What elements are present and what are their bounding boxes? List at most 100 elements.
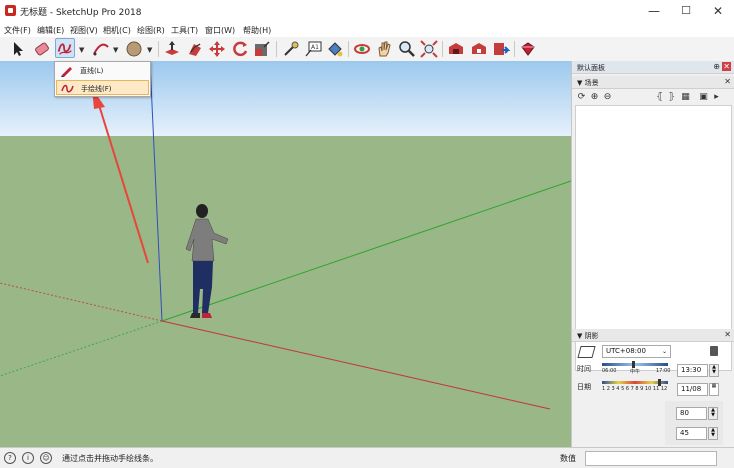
tray-close-button[interactable]: ✕ bbox=[722, 62, 731, 71]
refresh-scene-icon[interactable]: ⟳ bbox=[576, 92, 587, 103]
freehand-tool-button[interactable] bbox=[55, 38, 75, 58]
menu-draw[interactable]: 绘图(R) bbox=[137, 25, 165, 36]
scale-icon bbox=[255, 41, 270, 56]
menu-help[interactable]: 帮助(H) bbox=[243, 25, 271, 36]
push-pull-button[interactable] bbox=[162, 39, 182, 59]
shape-tool-button[interactable] bbox=[124, 39, 144, 59]
sketchup-logo-icon bbox=[5, 5, 16, 16]
menu-view[interactable]: 视图(V) bbox=[70, 25, 98, 36]
timezone-value: UTC+08:00 bbox=[606, 347, 646, 355]
sun-settings-icon[interactable] bbox=[710, 346, 718, 356]
arc-dropdown-arrow[interactable]: ▼ bbox=[113, 46, 118, 54]
ruby-console-button[interactable] bbox=[518, 39, 538, 59]
eraser-tool-button[interactable] bbox=[32, 39, 52, 59]
add-scene-icon[interactable]: ⊕ bbox=[589, 92, 600, 103]
freehand-icon bbox=[61, 84, 74, 93]
model-viewport[interactable] bbox=[0, 61, 571, 447]
scenes-panel-header[interactable]: ▼ 场景 ✕ bbox=[572, 76, 734, 89]
light-spinner[interactable]: ▲ ▼ bbox=[708, 407, 718, 420]
geo-location-icon[interactable]: ? bbox=[4, 452, 16, 464]
credits-icon[interactable]: i bbox=[22, 452, 34, 464]
minimize-button[interactable]: — bbox=[638, 0, 670, 22]
text-label-button[interactable]: A1 bbox=[303, 39, 323, 59]
shape-dropdown-arrow[interactable]: ▼ bbox=[147, 46, 152, 54]
paint-bucket-button[interactable] bbox=[325, 39, 345, 59]
main-toolbar: ▼ ▼ ▼ A1 bbox=[0, 37, 734, 62]
svg-text:A1: A1 bbox=[311, 44, 319, 51]
dark-spinner[interactable]: ▲ ▼ bbox=[708, 427, 718, 440]
zoom-button[interactable] bbox=[397, 39, 417, 59]
menu-camera[interactable]: 相机(C) bbox=[103, 25, 131, 36]
shadows-panel-header[interactable]: ▼ 阴影 ✕ bbox=[572, 329, 734, 342]
maximize-button[interactable]: ☐ bbox=[670, 0, 702, 22]
dark-input[interactable]: 45 bbox=[676, 427, 707, 440]
date-slider-handle[interactable] bbox=[658, 379, 661, 386]
status-message: 通过点击并拖动手绘线条。 bbox=[62, 454, 158, 463]
shadow-toggle-icon[interactable] bbox=[577, 346, 596, 358]
time-scale-mid: 中午 bbox=[630, 369, 641, 375]
light-dark-group: 亮 80 ▲▼ 暗 45 ▲▼ bbox=[665, 401, 723, 445]
menu-file[interactable]: 文件(F) bbox=[4, 25, 31, 36]
freehand-icon bbox=[57, 43, 72, 55]
window-title: 无标题 - SketchUp Pro 2018 bbox=[20, 8, 142, 18]
send-to-layout-button[interactable] bbox=[491, 39, 511, 59]
arc-tool-button[interactable] bbox=[91, 39, 111, 59]
follow-me-button[interactable] bbox=[185, 39, 205, 59]
measurements-input[interactable] bbox=[585, 451, 717, 466]
menu-edit[interactable]: 编辑(E) bbox=[37, 25, 64, 36]
menu-item-freehand[interactable]: 手绘线(F) bbox=[56, 80, 149, 95]
scenes-close-button[interactable]: ✕ bbox=[724, 77, 731, 86]
send-to-layout-icon bbox=[494, 43, 511, 55]
draw-tools-dropdown-arrow[interactable]: ▼ bbox=[79, 46, 84, 54]
scenes-panel-title: ▼ 场景 bbox=[577, 79, 599, 87]
green-axis bbox=[161, 180, 571, 322]
zoom-extents-icon bbox=[420, 40, 438, 58]
move-scene-down-icon[interactable]: ⦄ bbox=[666, 92, 677, 103]
orbit-button[interactable] bbox=[352, 39, 372, 59]
measurements-label: 数值 bbox=[560, 454, 576, 463]
menu-window[interactable]: 窗口(W) bbox=[205, 25, 235, 36]
chevron-down-icon: ⌄ bbox=[661, 348, 667, 355]
red-axis bbox=[161, 320, 551, 410]
3d-warehouse-button[interactable] bbox=[446, 39, 466, 59]
calendar-icon[interactable]: ▦ bbox=[709, 383, 719, 396]
rotate-button[interactable] bbox=[230, 39, 250, 59]
status-bar: ? i ☺ 通过点击并拖动手绘线条。 数值 bbox=[0, 447, 734, 468]
time-slider-handle[interactable] bbox=[632, 361, 635, 368]
scene-details-icon[interactable]: ▣ bbox=[698, 92, 709, 103]
light-input[interactable]: 80 bbox=[676, 407, 707, 420]
move-scene-up-icon[interactable]: ⦃ bbox=[654, 92, 665, 103]
scale-button[interactable] bbox=[252, 39, 272, 59]
remove-scene-icon[interactable]: ⊖ bbox=[602, 92, 613, 103]
orbit-icon bbox=[354, 44, 370, 54]
time-spinner[interactable]: ▲ ▼ bbox=[709, 364, 719, 377]
date-input[interactable]: 11/08 bbox=[677, 383, 708, 396]
zoom-extents-button[interactable] bbox=[419, 39, 439, 59]
axes-layer bbox=[0, 61, 571, 410]
menu-item-line[interactable]: 直线(L) bbox=[56, 63, 149, 78]
menu-tools[interactable]: 工具(T) bbox=[171, 25, 198, 36]
extension-warehouse-button[interactable] bbox=[469, 39, 489, 59]
tape-measure-button[interactable] bbox=[281, 39, 301, 59]
time-slider-track[interactable] bbox=[602, 363, 668, 366]
select-tool-button[interactable] bbox=[8, 39, 28, 59]
timezone-select[interactable]: UTC+08:00 ⌄ bbox=[602, 345, 671, 358]
expand-panel-icon[interactable]: ▸ bbox=[711, 92, 722, 103]
user-account-icon[interactable]: ☺ bbox=[40, 452, 52, 464]
shadows-close-button[interactable]: ✕ bbox=[724, 330, 731, 339]
time-label: 时间 bbox=[577, 365, 591, 373]
tray-title: 默认面板 bbox=[577, 64, 605, 72]
view-options-icon[interactable]: ▦ bbox=[680, 92, 691, 103]
pointer-arrow bbox=[92, 88, 149, 264]
tray-pin-button[interactable]: ⊕ bbox=[713, 62, 720, 71]
close-button[interactable]: ✕ bbox=[702, 0, 734, 22]
draw-tools-menu: 直线(L) 手绘线(F) bbox=[54, 61, 151, 97]
pan-button[interactable] bbox=[374, 39, 394, 59]
warehouse-icon bbox=[449, 43, 463, 54]
tray-header: 默认面板 ⊕ ✕ bbox=[572, 61, 734, 74]
circle-shape-icon bbox=[126, 41, 142, 57]
time-input[interactable]: 13:30 bbox=[677, 364, 708, 377]
move-button[interactable] bbox=[207, 39, 227, 59]
red-axis-negative bbox=[0, 282, 163, 322]
pencil-icon bbox=[61, 67, 72, 77]
